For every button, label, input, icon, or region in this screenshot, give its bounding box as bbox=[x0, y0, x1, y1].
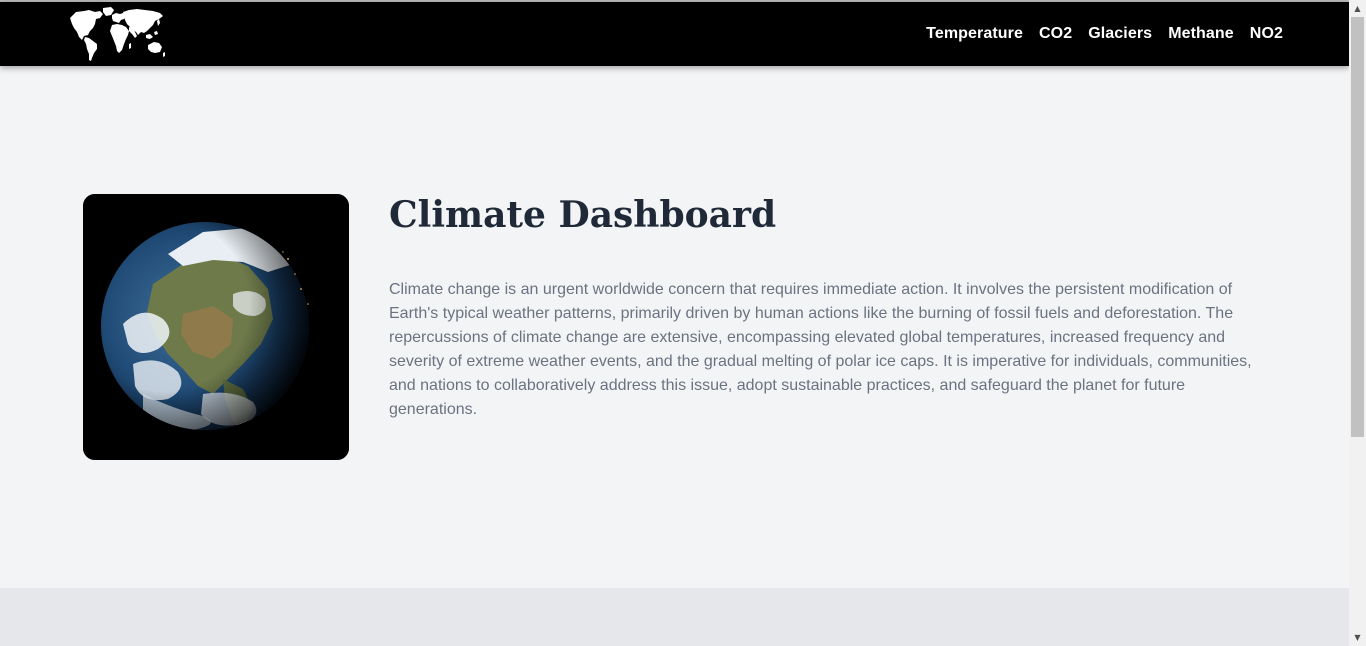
nav-links: Temperature CO2 Glaciers Methane NO2 bbox=[926, 2, 1283, 66]
browser-viewport: Temperature CO2 Glaciers Methane NO2 Cli… bbox=[0, 0, 1366, 646]
page-title: Climate Dashboard bbox=[389, 194, 777, 236]
nav-link-glaciers[interactable]: Glaciers bbox=[1088, 25, 1152, 43]
nav-link-co2[interactable]: CO2 bbox=[1039, 25, 1072, 43]
world-map-logo bbox=[70, 7, 165, 61]
earth-globe-icon bbox=[83, 194, 349, 460]
earth-globe-image bbox=[83, 194, 349, 460]
navbar: Temperature CO2 Glaciers Methane NO2 bbox=[0, 2, 1349, 66]
vertical-scrollbar[interactable]: ▲ ▼ bbox=[1349, 0, 1366, 646]
scroll-thumb[interactable] bbox=[1351, 17, 1364, 437]
scroll-up-arrow-icon[interactable]: ▲ bbox=[1349, 0, 1366, 17]
hero-description: Climate change is an urgent worldwide co… bbox=[389, 281, 1252, 418]
nav-link-no2[interactable]: NO2 bbox=[1250, 25, 1283, 43]
page: Temperature CO2 Glaciers Methane NO2 Cli… bbox=[0, 0, 1349, 646]
next-section bbox=[0, 588, 1349, 646]
nav-link-methane[interactable]: Methane bbox=[1168, 25, 1234, 43]
scroll-down-arrow-icon[interactable]: ▼ bbox=[1349, 629, 1366, 646]
world-map-icon[interactable] bbox=[67, 6, 167, 62]
nav-link-temperature[interactable]: Temperature bbox=[926, 25, 1023, 43]
